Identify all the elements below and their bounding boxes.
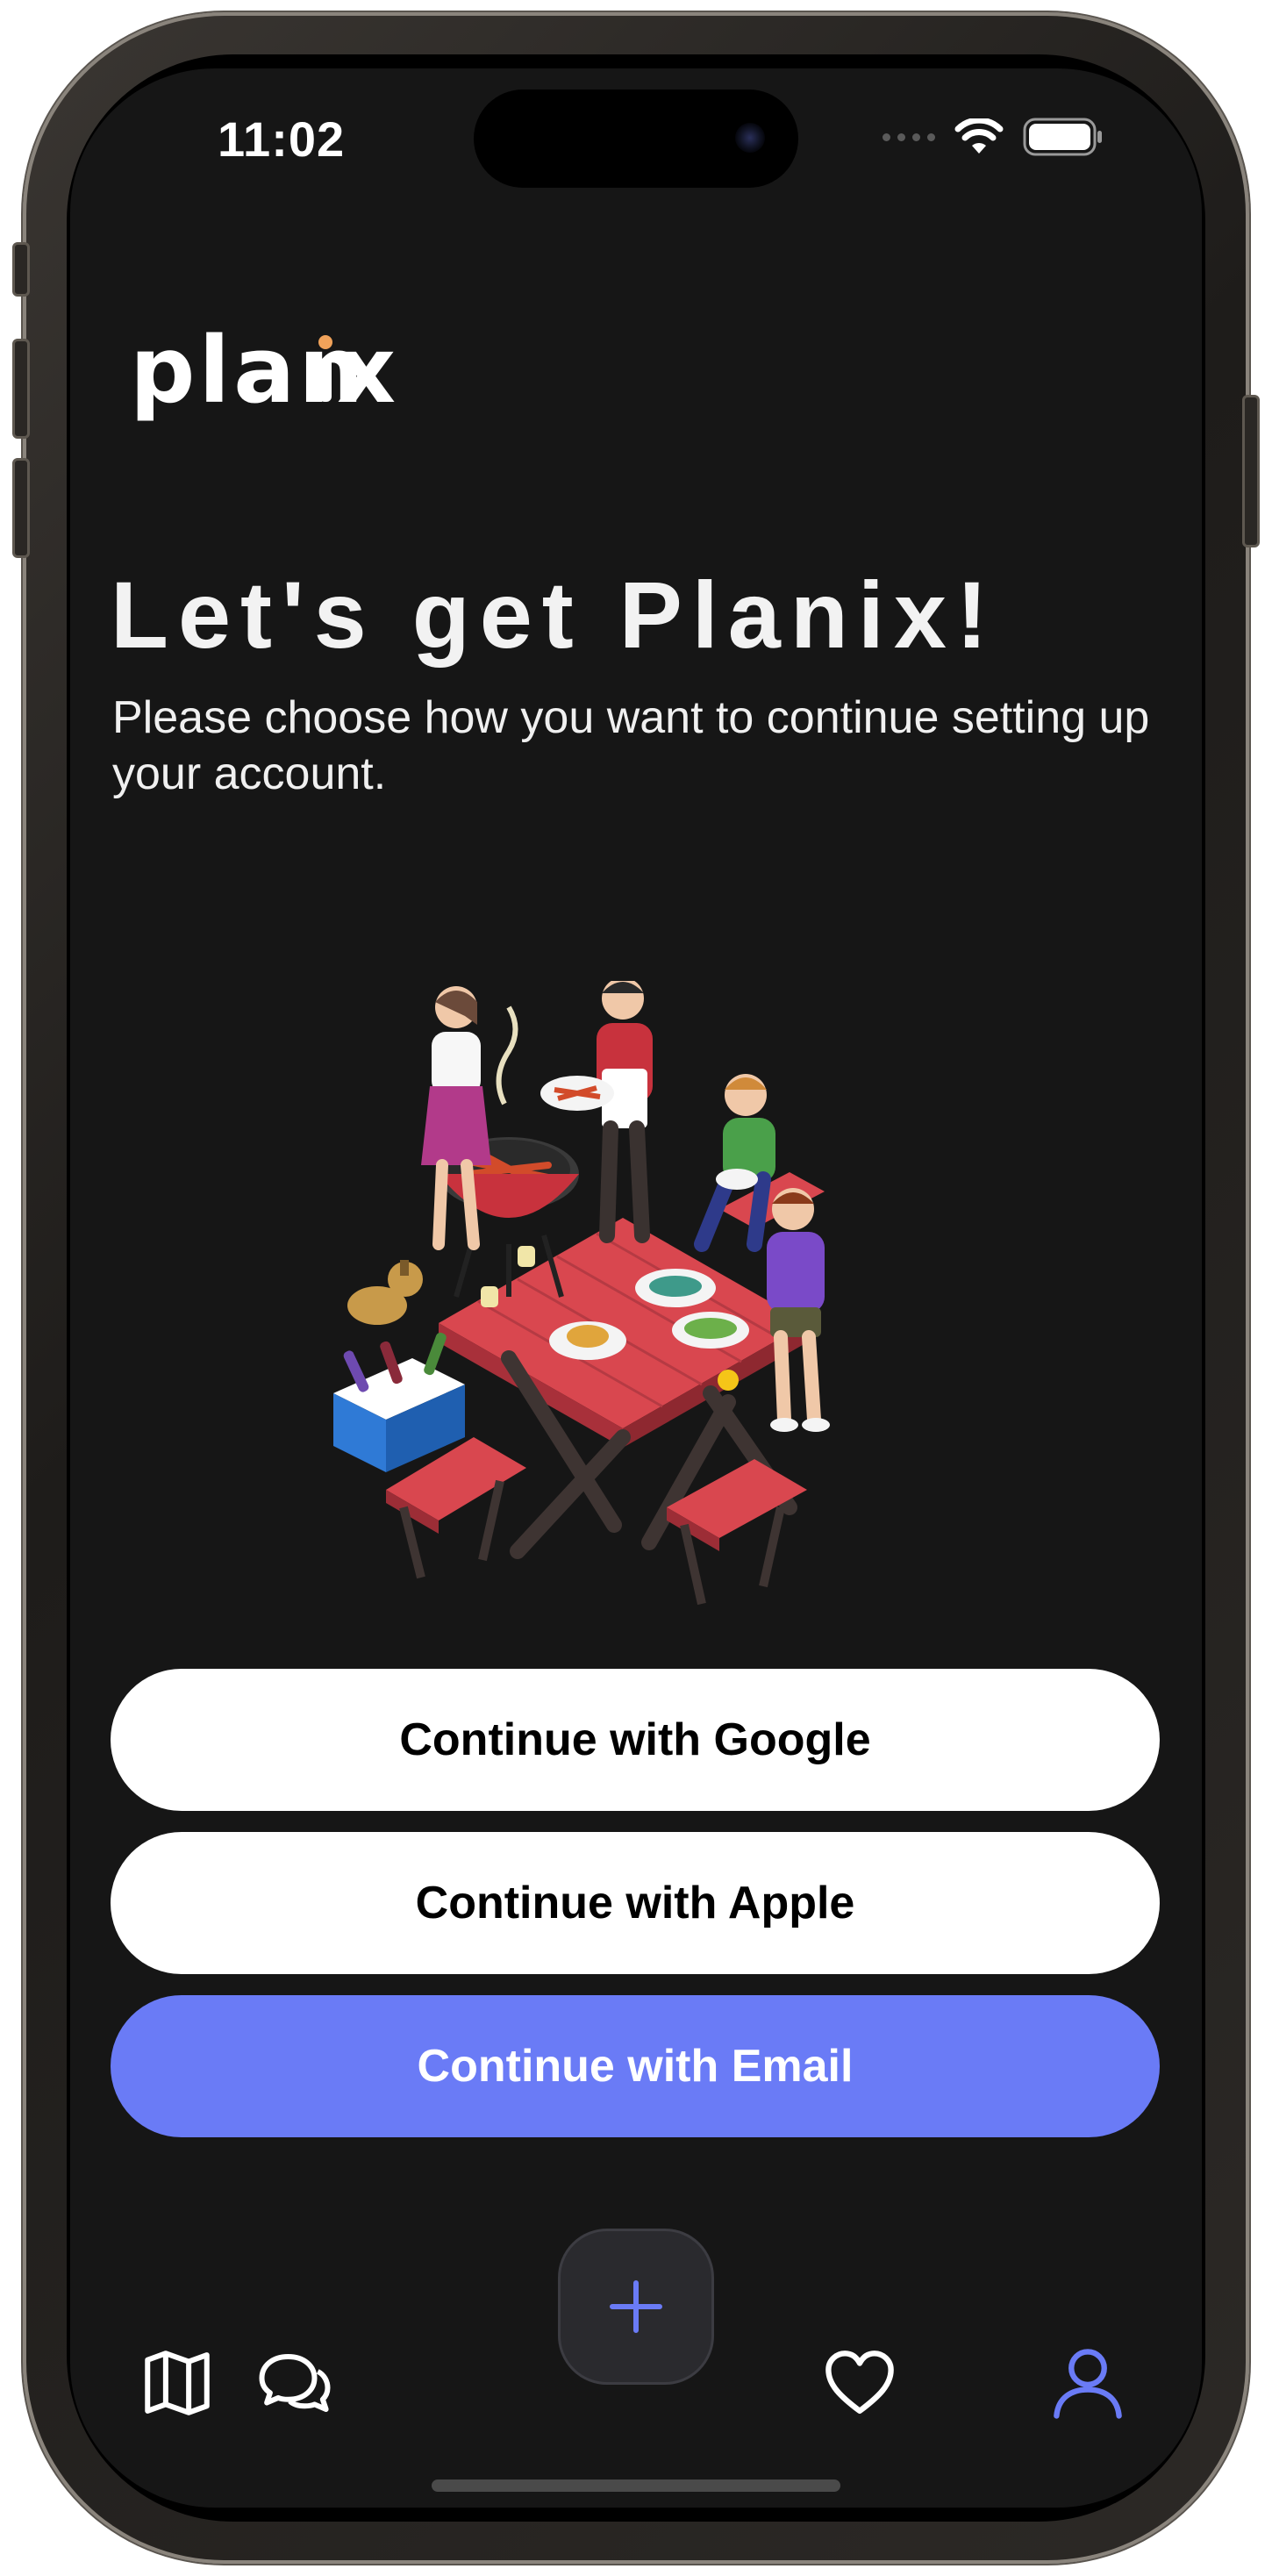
app-screen: 11:02 plan x Let's get Planix! Please ch… xyxy=(70,68,1202,2508)
wifi-icon xyxy=(954,118,1004,154)
chat-bubbles-icon xyxy=(259,2354,331,2412)
page-subtitle: Please choose how you want to continue s… xyxy=(112,692,1150,799)
battery-icon xyxy=(1023,118,1102,156)
home-indicator[interactable] xyxy=(432,2479,840,2492)
user-icon xyxy=(1054,2349,1122,2419)
continue-with-apple-button[interactable]: Continue with Apple xyxy=(111,1832,1160,1974)
dynamic-island xyxy=(474,89,798,188)
tab-favorites[interactable] xyxy=(818,2341,902,2425)
planix-logo: plan x xyxy=(130,317,411,450)
status-time: 11:02 xyxy=(218,111,346,167)
front-camera-icon xyxy=(735,123,765,153)
picnic-bbq-illustration xyxy=(333,977,947,1652)
heart-icon xyxy=(825,2351,894,2415)
continue-with-email-button[interactable]: Continue with Email xyxy=(111,1995,1160,2137)
svg-text:x: x xyxy=(337,332,396,424)
tab-chats[interactable] xyxy=(253,2341,337,2425)
tab-profile[interactable] xyxy=(1046,2341,1130,2425)
action-button xyxy=(12,242,30,297)
map-icon xyxy=(145,2351,210,2415)
volume-up-button xyxy=(12,339,30,439)
cellular-signal-icon xyxy=(883,132,935,141)
add-plan-button[interactable] xyxy=(558,2229,714,2385)
status-indicators xyxy=(883,118,1104,156)
planix-logo-mark: plan x xyxy=(130,317,396,424)
continue-with-google-button[interactable]: Continue with Google xyxy=(111,1669,1160,1811)
power-button xyxy=(1242,395,1260,547)
page-title: Let's get Planix! xyxy=(111,562,997,668)
volume-down-button xyxy=(12,458,30,558)
tab-map[interactable] xyxy=(135,2341,219,2425)
plus-icon xyxy=(610,2280,662,2333)
